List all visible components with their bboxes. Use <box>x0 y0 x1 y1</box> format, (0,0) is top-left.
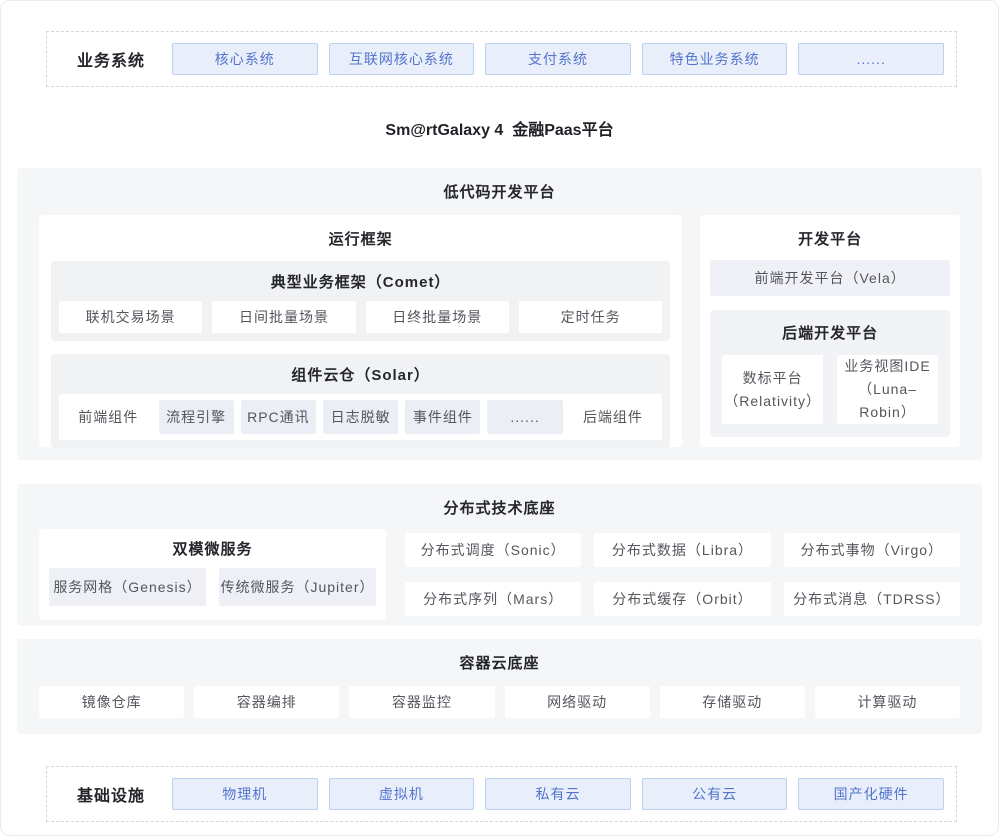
container-item-storage-driver: 存储驱动 <box>660 686 805 718</box>
infrastructure-item-domestic-hw: 国产化硬件 <box>798 778 944 810</box>
business-systems-panel: 业务系统 核心系统 互联网核心系统 支付系统 特色业务系统 ...... <box>46 31 957 87</box>
container-item-image-repo: 镜像仓库 <box>39 686 184 718</box>
solar-item-backend-components: 后端组件 <box>570 400 657 434</box>
architecture-diagram: 业务系统 核心系统 互联网核心系统 支付系统 特色业务系统 ...... Sm@… <box>0 0 999 836</box>
distributed-service-tdrss: 分布式消息（TDRSS） <box>784 582 960 616</box>
solar-item-frontend-components: 前端组件 <box>65 400 152 434</box>
backend-dev-title: 后端开发平台 <box>722 320 938 343</box>
solar-item-rpc: RPC通讯 <box>241 400 316 434</box>
dual-mode-title: 双模微服务 <box>49 538 376 559</box>
solar-item-log-masking: 日志脱敏 <box>323 400 398 434</box>
solar-item-more: ...... <box>487 400 562 434</box>
business-system-item-more: ...... <box>798 43 944 75</box>
backend-dev-box: 后端开发平台 数标平台 （Relativity） 业务视图IDE （Luna–R… <box>710 310 950 437</box>
dual-mode-microservice-box: 双模微服务 服务网格（Genesis） 传统微服务（Jupiter） <box>39 529 386 620</box>
container-item-monitoring: 容器监控 <box>349 686 494 718</box>
distributed-services-grid: 分布式调度（Sonic） 分布式数据（Libra） 分布式事物（Virgo） 分… <box>405 529 960 620</box>
solar-title: 组件云仓（Solar） <box>59 361 662 394</box>
dual-mode-item-genesis: 服务网格（Genesis） <box>49 568 206 606</box>
distributed-service-libra: 分布式数据（Libra） <box>594 533 770 567</box>
infrastructure-item-vm: 虚拟机 <box>329 778 475 810</box>
runtime-framework-box: 运行框架 典型业务框架（Comet） 联机交易场景 日间批量场景 日终批量场景 … <box>39 215 682 447</box>
backend-dev-item-relativity: 数标平台 （Relativity） <box>722 355 823 424</box>
infrastructure-panel: 基础设施 物理机 虚拟机 私有云 公有云 国产化硬件 <box>46 766 957 822</box>
lowcode-platform-title: 低代码开发平台 <box>39 181 960 202</box>
dev-platform-box: 开发平台 前端开发平台（Vela） 后端开发平台 数标平台 （Relativit… <box>700 215 960 447</box>
comet-item-eod-batch: 日终批量场景 <box>366 301 509 333</box>
distributed-base-panel: 分布式技术底座 双模微服务 服务网格（Genesis） 传统微服务（Jupite… <box>17 484 982 626</box>
container-item-compute-driver: 计算驱动 <box>815 686 960 718</box>
comet-item-intraday-batch: 日间批量场景 <box>212 301 355 333</box>
solar-component-strip: 前端组件 流程引擎 RPC通讯 日志脱敏 事件组件 ...... 后端组件 <box>59 394 662 440</box>
distributed-service-mars: 分布式序列（Mars） <box>405 582 581 616</box>
dual-mode-item-jupiter: 传统微服务（Jupiter） <box>219 568 376 606</box>
comet-item-scheduled-task: 定时任务 <box>519 301 662 333</box>
backend-dev-item-codename: （Luna–Robin） <box>837 378 938 424</box>
comet-box: 典型业务框架（Comet） 联机交易场景 日间批量场景 日终批量场景 定时任务 <box>51 261 670 341</box>
solar-box: 组件云仓（Solar） 前端组件 流程引擎 RPC通讯 日志脱敏 事件组件 ..… <box>51 354 670 448</box>
backend-dev-item-label: 业务视图IDE <box>844 355 930 378</box>
comet-item-online-trade: 联机交易场景 <box>59 301 202 333</box>
infrastructure-label: 基础设施 <box>77 782 161 806</box>
runtime-framework-title: 运行框架 <box>51 228 670 249</box>
lowcode-platform-panel: 低代码开发平台 运行框架 典型业务框架（Comet） 联机交易场景 日间批量场景… <box>17 168 982 460</box>
container-item-orchestration: 容器编排 <box>194 686 339 718</box>
distributed-service-orbit: 分布式缓存（Orbit） <box>594 582 770 616</box>
container-base-title: 容器云底座 <box>39 652 960 673</box>
distributed-service-virgo: 分布式事物（Virgo） <box>784 533 960 567</box>
infrastructure-item-physical: 物理机 <box>172 778 318 810</box>
business-system-item-core: 核心系统 <box>172 43 318 75</box>
platform-title: Sm@rtGalaxy 4 金融Paas平台 <box>1 116 998 140</box>
comet-title: 典型业务框架（Comet） <box>59 268 662 301</box>
container-item-network-driver: 网络驱动 <box>505 686 650 718</box>
infrastructure-item-public-cloud: 公有云 <box>642 778 788 810</box>
infrastructure-item-private-cloud: 私有云 <box>485 778 631 810</box>
container-base-panel: 容器云底座 镜像仓库 容器编排 容器监控 网络驱动 存储驱动 计算驱动 <box>17 639 982 734</box>
business-system-item-internet-core: 互联网核心系统 <box>329 43 475 75</box>
solar-item-event-components: 事件组件 <box>405 400 480 434</box>
business-system-item-payment: 支付系统 <box>485 43 631 75</box>
distributed-service-sonic: 分布式调度（Sonic） <box>405 533 581 567</box>
dev-platform-title: 开发平台 <box>708 228 952 249</box>
backend-dev-item-luna-robin: 业务视图IDE （Luna–Robin） <box>837 355 938 424</box>
backend-dev-item-label: 数标平台 <box>743 367 803 390</box>
distributed-base-title: 分布式技术底座 <box>39 497 960 518</box>
frontend-dev-platform-chip: 前端开发平台（Vela） <box>710 260 950 296</box>
solar-item-process-engine: 流程引擎 <box>159 400 234 434</box>
backend-dev-item-codename: （Relativity） <box>724 390 821 413</box>
business-system-item-special: 特色业务系统 <box>642 43 788 75</box>
business-systems-label: 业务系统 <box>77 47 161 71</box>
